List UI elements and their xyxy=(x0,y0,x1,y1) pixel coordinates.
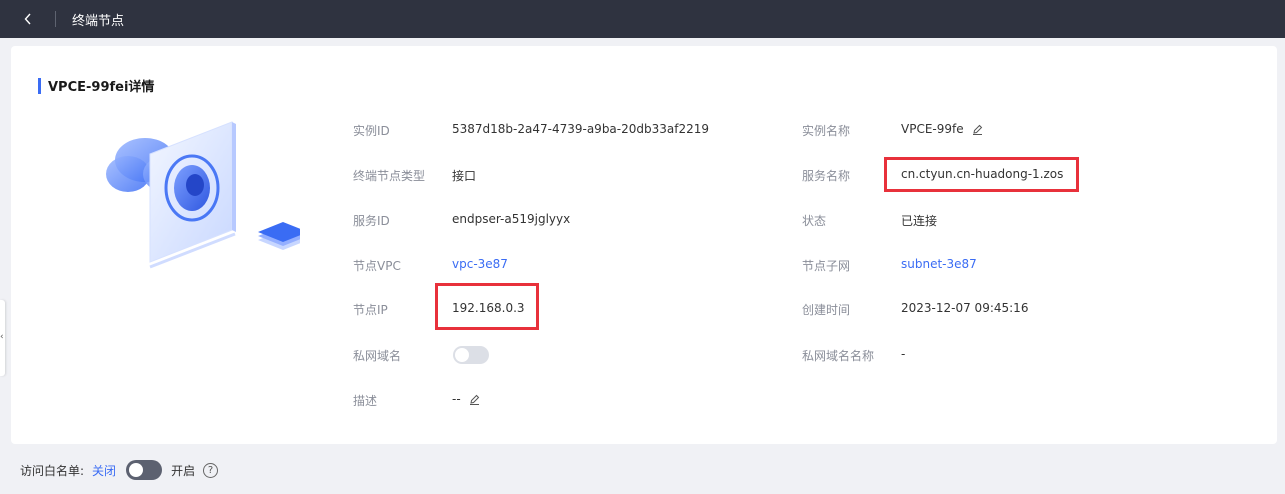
whitelist-off-option[interactable]: 关闭 xyxy=(92,462,116,479)
link-node-subnet[interactable]: subnet-3e87 xyxy=(901,257,977,271)
chevron-left-icon xyxy=(24,13,31,25)
section-title-bar xyxy=(38,77,41,94)
label-created-time: 创建时间 xyxy=(802,303,851,317)
label-description: 描述 xyxy=(353,394,378,408)
value-description: -- xyxy=(452,392,461,406)
value-endpoint-type: 接口 xyxy=(452,169,477,183)
toggle-knob xyxy=(129,463,144,477)
value-service-id: endpser-a519jglyyx xyxy=(452,212,571,226)
label-status: 状态 xyxy=(802,214,827,228)
value-created-time: 2023-12-07 09:45:16 xyxy=(901,301,1029,315)
instance-name-value-group: VPCE-99fe xyxy=(901,122,983,136)
label-service-id: 服务ID xyxy=(353,214,390,228)
private-dns-toggle[interactable] xyxy=(453,346,489,364)
whitelist-label: 访问白名单: xyxy=(20,463,85,478)
edit-description-icon[interactable] xyxy=(469,394,480,405)
description-value-group: -- xyxy=(452,392,480,406)
label-service-name: 服务名称 xyxy=(802,169,851,183)
label-instance-id: 实例ID xyxy=(353,124,390,138)
chevron-left-icon: ‹ xyxy=(0,332,4,342)
value-status: 已连接 xyxy=(901,214,938,228)
label-instance-name: 实例名称 xyxy=(802,124,851,138)
side-collapse-handle[interactable]: ‹ xyxy=(0,300,5,376)
label-node-ip: 节点IP xyxy=(353,303,388,317)
label-node-subnet: 节点子网 xyxy=(802,259,851,273)
top-bar: 终端节点 xyxy=(0,0,1285,38)
whitelist-bar: 访问白名单: 关闭 开启 ? xyxy=(20,460,219,480)
value-private-dns-name: - xyxy=(901,347,906,361)
section-title-text: VPCE-99fei详情 xyxy=(48,80,155,95)
edit-instance-name-icon[interactable] xyxy=(972,124,983,135)
value-service-name: cn.ctyun.cn-huadong-1.zos xyxy=(901,167,1064,181)
label-endpoint-type: 终端节点类型 xyxy=(353,169,426,183)
toggle-knob xyxy=(455,348,469,362)
back-button[interactable] xyxy=(0,0,55,38)
label-private-dns: 私网域名 xyxy=(353,349,402,363)
link-node-vpc[interactable]: vpc-3e87 xyxy=(452,257,508,271)
value-instance-name: VPCE-99fe xyxy=(901,122,964,136)
label-private-dns-name: 私网域名名称 xyxy=(802,349,875,363)
header-divider xyxy=(55,11,56,27)
endpoint-illustration-icon xyxy=(106,121,300,269)
page-title: 终端节点 xyxy=(72,13,125,29)
help-icon[interactable]: ? xyxy=(203,462,219,478)
whitelist-toggle[interactable] xyxy=(126,460,163,480)
value-node-ip: 192.168.0.3 xyxy=(452,301,525,315)
value-instance-id: 5387d18b-2a47-4739-a9ba-20db33af2219 xyxy=(452,122,710,136)
whitelist-on-option[interactable]: 开启 xyxy=(171,462,195,479)
section-title: VPCE-99fei详情 xyxy=(38,76,154,95)
label-node-vpc: 节点VPC xyxy=(353,259,401,273)
